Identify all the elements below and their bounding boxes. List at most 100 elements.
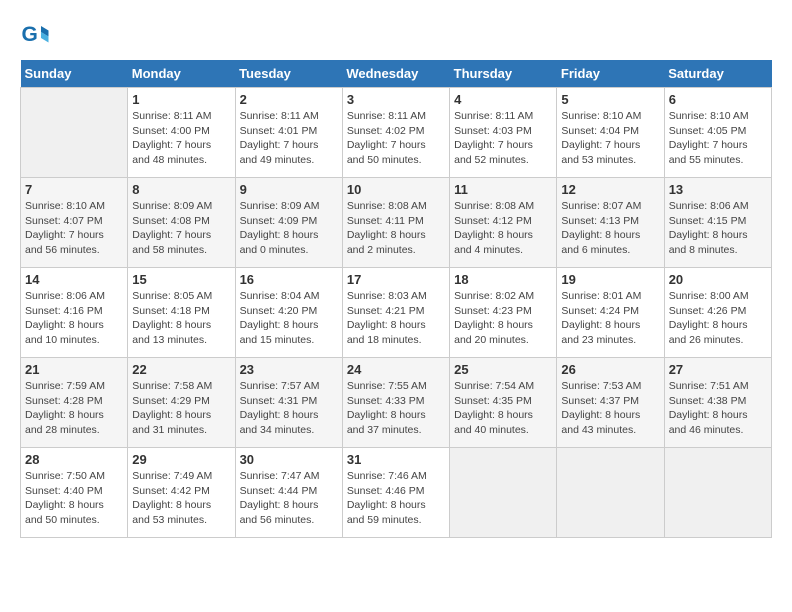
sunset-label: Sunset: 4:02 PM <box>347 125 425 137</box>
sunset-label: Sunset: 4:31 PM <box>240 395 318 407</box>
daylight-label: Daylight: 8 hours and 4 minutes. <box>454 229 533 256</box>
weekday-header-monday: Monday <box>128 60 235 88</box>
calendar-header: SundayMondayTuesdayWednesdayThursdayFrid… <box>21 60 772 88</box>
day-info: Sunrise: 8:10 AM Sunset: 4:05 PM Dayligh… <box>669 109 767 168</box>
calendar-cell: 2 Sunrise: 8:11 AM Sunset: 4:01 PM Dayli… <box>235 88 342 178</box>
calendar-table: SundayMondayTuesdayWednesdayThursdayFrid… <box>20 60 772 538</box>
calendar-cell: 18 Sunrise: 8:02 AM Sunset: 4:23 PM Dayl… <box>450 268 557 358</box>
daylight-label: Daylight: 8 hours and 43 minutes. <box>561 409 640 436</box>
day-number: 15 <box>132 272 230 287</box>
calendar-cell: 31 Sunrise: 7:46 AM Sunset: 4:46 PM Dayl… <box>342 448 449 538</box>
weekday-header-row: SundayMondayTuesdayWednesdayThursdayFrid… <box>21 60 772 88</box>
sunset-label: Sunset: 4:24 PM <box>561 305 639 317</box>
day-number: 10 <box>347 182 445 197</box>
sunrise-label: Sunrise: 8:08 AM <box>347 200 427 212</box>
calendar-cell: 22 Sunrise: 7:58 AM Sunset: 4:29 PM Dayl… <box>128 358 235 448</box>
sunset-label: Sunset: 4:08 PM <box>132 215 210 227</box>
day-info: Sunrise: 8:08 AM Sunset: 4:11 PM Dayligh… <box>347 199 445 258</box>
weekday-header-friday: Friday <box>557 60 664 88</box>
daylight-label: Daylight: 8 hours and 10 minutes. <box>25 319 104 346</box>
calendar-cell: 19 Sunrise: 8:01 AM Sunset: 4:24 PM Dayl… <box>557 268 664 358</box>
day-info: Sunrise: 8:11 AM Sunset: 4:01 PM Dayligh… <box>240 109 338 168</box>
day-number: 30 <box>240 452 338 467</box>
calendar-week-4: 21 Sunrise: 7:59 AM Sunset: 4:28 PM Dayl… <box>21 358 772 448</box>
day-info: Sunrise: 8:00 AM Sunset: 4:26 PM Dayligh… <box>669 289 767 348</box>
day-info: Sunrise: 8:03 AM Sunset: 4:21 PM Dayligh… <box>347 289 445 348</box>
sunset-label: Sunset: 4:35 PM <box>454 395 532 407</box>
day-number: 13 <box>669 182 767 197</box>
calendar-week-5: 28 Sunrise: 7:50 AM Sunset: 4:40 PM Dayl… <box>21 448 772 538</box>
daylight-label: Daylight: 7 hours and 56 minutes. <box>25 229 104 256</box>
sunset-label: Sunset: 4:12 PM <box>454 215 532 227</box>
daylight-label: Daylight: 8 hours and 53 minutes. <box>132 499 211 526</box>
calendar-cell: 16 Sunrise: 8:04 AM Sunset: 4:20 PM Dayl… <box>235 268 342 358</box>
sunrise-label: Sunrise: 8:03 AM <box>347 290 427 302</box>
sunrise-label: Sunrise: 7:50 AM <box>25 470 105 482</box>
calendar-cell: 17 Sunrise: 8:03 AM Sunset: 4:21 PM Dayl… <box>342 268 449 358</box>
sunrise-label: Sunrise: 8:06 AM <box>669 200 749 212</box>
calendar-week-1: 1 Sunrise: 8:11 AM Sunset: 4:00 PM Dayli… <box>21 88 772 178</box>
calendar-cell: 27 Sunrise: 7:51 AM Sunset: 4:38 PM Dayl… <box>664 358 771 448</box>
calendar-cell: 11 Sunrise: 8:08 AM Sunset: 4:12 PM Dayl… <box>450 178 557 268</box>
sunrise-label: Sunrise: 8:08 AM <box>454 200 534 212</box>
sunrise-label: Sunrise: 7:47 AM <box>240 470 320 482</box>
sunset-label: Sunset: 4:40 PM <box>25 485 103 497</box>
day-info: Sunrise: 8:09 AM Sunset: 4:09 PM Dayligh… <box>240 199 338 258</box>
sunrise-label: Sunrise: 8:09 AM <box>132 200 212 212</box>
daylight-label: Daylight: 8 hours and 2 minutes. <box>347 229 426 256</box>
sunrise-label: Sunrise: 7:59 AM <box>25 380 105 392</box>
day-number: 24 <box>347 362 445 377</box>
calendar-cell: 5 Sunrise: 8:10 AM Sunset: 4:04 PM Dayli… <box>557 88 664 178</box>
sunset-label: Sunset: 4:03 PM <box>454 125 532 137</box>
daylight-label: Daylight: 8 hours and 40 minutes. <box>454 409 533 436</box>
daylight-label: Daylight: 7 hours and 49 minutes. <box>240 139 319 166</box>
day-info: Sunrise: 8:11 AM Sunset: 4:02 PM Dayligh… <box>347 109 445 168</box>
weekday-header-sunday: Sunday <box>21 60 128 88</box>
sunrise-label: Sunrise: 8:09 AM <box>240 200 320 212</box>
sunset-label: Sunset: 4:11 PM <box>347 215 424 227</box>
daylight-label: Daylight: 7 hours and 53 minutes. <box>561 139 640 166</box>
calendar-cell: 8 Sunrise: 8:09 AM Sunset: 4:08 PM Dayli… <box>128 178 235 268</box>
sunset-label: Sunset: 4:00 PM <box>132 125 210 137</box>
day-number: 21 <box>25 362 123 377</box>
calendar-cell <box>21 88 128 178</box>
sunset-label: Sunset: 4:07 PM <box>25 215 103 227</box>
calendar-cell <box>450 448 557 538</box>
sunset-label: Sunset: 4:09 PM <box>240 215 318 227</box>
day-info: Sunrise: 8:02 AM Sunset: 4:23 PM Dayligh… <box>454 289 552 348</box>
day-number: 18 <box>454 272 552 287</box>
sunset-label: Sunset: 4:29 PM <box>132 395 210 407</box>
calendar-cell: 29 Sunrise: 7:49 AM Sunset: 4:42 PM Dayl… <box>128 448 235 538</box>
daylight-label: Daylight: 7 hours and 50 minutes. <box>347 139 426 166</box>
daylight-label: Daylight: 8 hours and 13 minutes. <box>132 319 211 346</box>
calendar-cell: 1 Sunrise: 8:11 AM Sunset: 4:00 PM Dayli… <box>128 88 235 178</box>
day-number: 4 <box>454 92 552 107</box>
day-number: 31 <box>347 452 445 467</box>
daylight-label: Daylight: 8 hours and 20 minutes. <box>454 319 533 346</box>
header: G <box>20 20 772 50</box>
day-number: 26 <box>561 362 659 377</box>
sunset-label: Sunset: 4:20 PM <box>240 305 318 317</box>
sunrise-label: Sunrise: 7:53 AM <box>561 380 641 392</box>
sunrise-label: Sunrise: 7:49 AM <box>132 470 212 482</box>
day-info: Sunrise: 7:51 AM Sunset: 4:38 PM Dayligh… <box>669 379 767 438</box>
sunrise-label: Sunrise: 7:46 AM <box>347 470 427 482</box>
day-info: Sunrise: 8:04 AM Sunset: 4:20 PM Dayligh… <box>240 289 338 348</box>
calendar-cell: 23 Sunrise: 7:57 AM Sunset: 4:31 PM Dayl… <box>235 358 342 448</box>
day-number: 29 <box>132 452 230 467</box>
sunrise-label: Sunrise: 8:05 AM <box>132 290 212 302</box>
day-info: Sunrise: 8:10 AM Sunset: 4:07 PM Dayligh… <box>25 199 123 258</box>
day-info: Sunrise: 8:09 AM Sunset: 4:08 PM Dayligh… <box>132 199 230 258</box>
day-number: 17 <box>347 272 445 287</box>
day-number: 8 <box>132 182 230 197</box>
sunset-label: Sunset: 4:05 PM <box>669 125 747 137</box>
sunrise-label: Sunrise: 8:00 AM <box>669 290 749 302</box>
sunrise-label: Sunrise: 8:11 AM <box>240 110 319 122</box>
sunrise-label: Sunrise: 8:02 AM <box>454 290 534 302</box>
daylight-label: Daylight: 7 hours and 55 minutes. <box>669 139 748 166</box>
calendar-cell: 14 Sunrise: 8:06 AM Sunset: 4:16 PM Dayl… <box>21 268 128 358</box>
sunset-label: Sunset: 4:04 PM <box>561 125 639 137</box>
day-info: Sunrise: 7:59 AM Sunset: 4:28 PM Dayligh… <box>25 379 123 438</box>
sunset-label: Sunset: 4:28 PM <box>25 395 103 407</box>
day-number: 14 <box>25 272 123 287</box>
